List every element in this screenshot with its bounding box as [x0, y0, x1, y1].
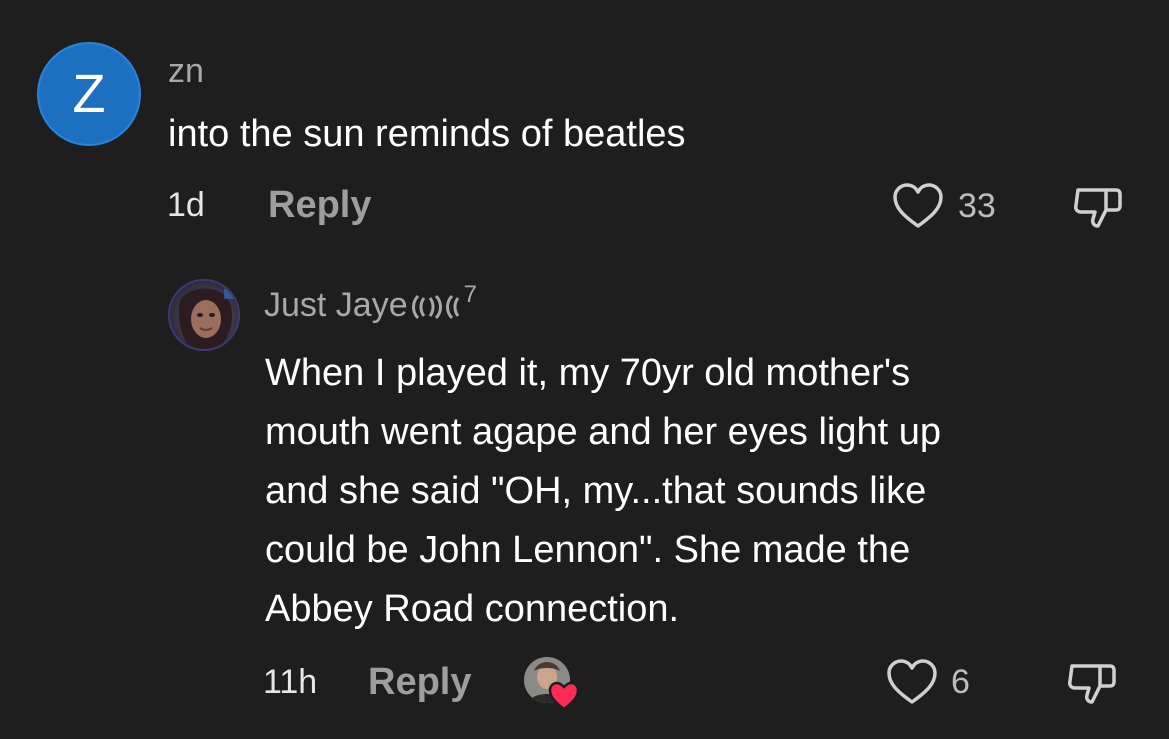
profile-photo-icon [170, 281, 238, 349]
avatar-letter: Z [72, 64, 106, 124]
heart-icon[interactable] [886, 659, 938, 705]
comment-text: into the sun reminds of beatles [168, 113, 686, 155]
reply-text-line: mouth went agape and her eyes light up [265, 411, 942, 453]
heart-icon [548, 681, 580, 711]
reply-text: When I played it, my 70yr old mother's m… [265, 344, 941, 639]
avatar[interactable] [168, 279, 240, 351]
reply-button[interactable]: Reply [368, 661, 471, 704]
heart-icon[interactable] [892, 183, 944, 229]
reply-username-text: Just Jaye [264, 286, 408, 324]
dislike-icon[interactable] [1072, 182, 1124, 232]
reply-text-line: could be John Lennon". She made the [265, 529, 911, 571]
like-count: 6 [951, 663, 970, 701]
comment-username[interactable]: zn [168, 52, 204, 91]
liked-by-creator-badge [524, 657, 582, 711]
reply-text-line: Abbey Road connection. [265, 588, 680, 630]
reply-username[interactable]: Just Jaye 7 [264, 281, 477, 325]
comment-timestamp: 1d [167, 186, 205, 224]
reply-button[interactable]: Reply [268, 184, 371, 227]
reply-text-line: When I played it, my 70yr old mother's [265, 352, 911, 394]
reply-text-line: and she said "OH, my...that sounds like [265, 470, 927, 512]
avatar[interactable]: Z [37, 42, 141, 146]
dislike-icon[interactable] [1066, 658, 1118, 708]
username-superscript: 7 [463, 281, 477, 308]
reply-timestamp: 11h [263, 663, 318, 701]
like-count: 33 [958, 187, 996, 225]
